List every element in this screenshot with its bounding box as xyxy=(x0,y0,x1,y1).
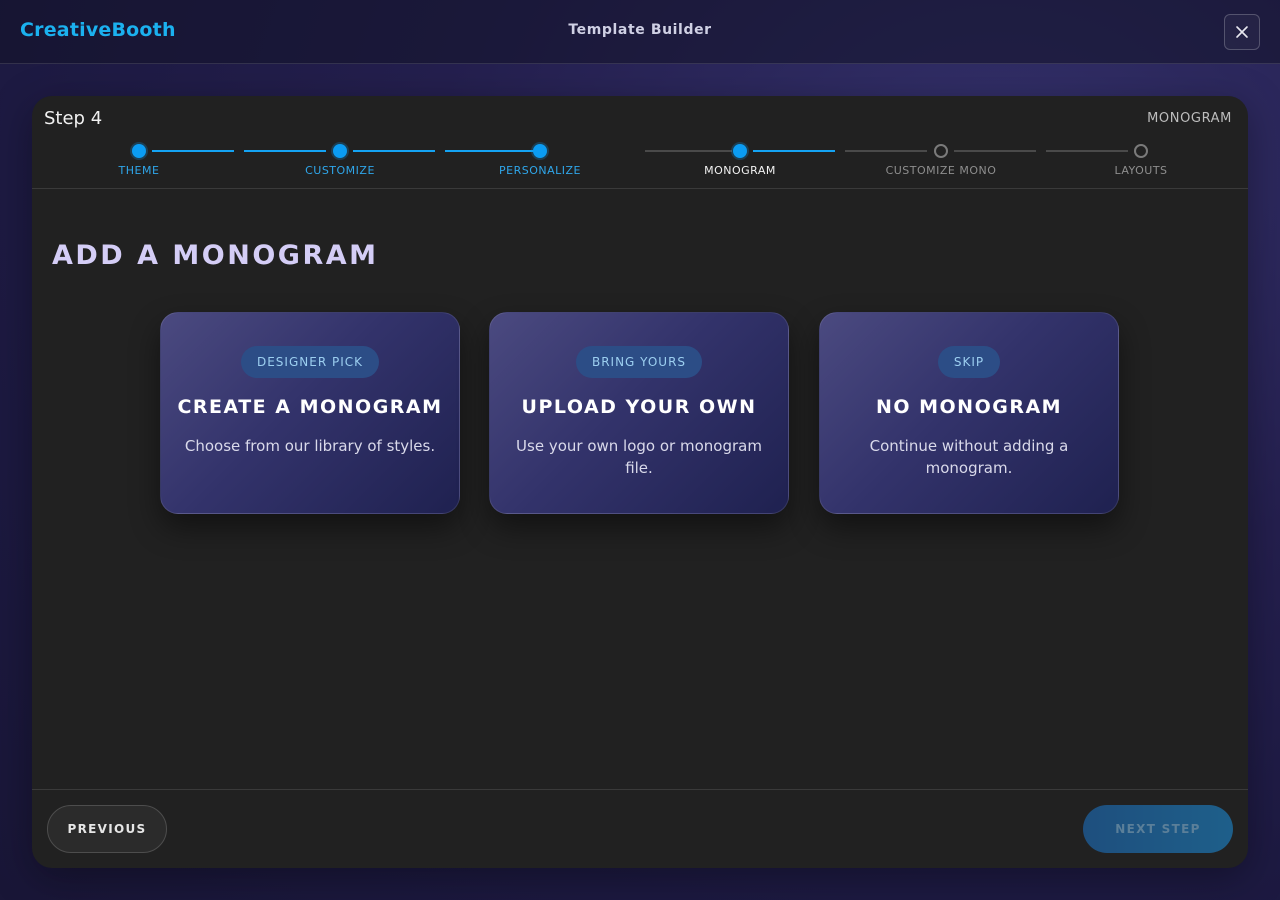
progress-stepper: THEME CUSTOMIZE PERSONALIZE MONOGRAM CUS… xyxy=(32,142,1248,182)
top-bar: CreativeBooth Template Builder xyxy=(0,0,1280,64)
step-label-monogram: MONOGRAM xyxy=(704,164,776,177)
close-button[interactable] xyxy=(1224,14,1260,50)
step-dot-layouts xyxy=(1134,144,1148,158)
option-title: CREATE A MONOGRAM xyxy=(177,396,443,418)
option-card-create-monogram[interactable]: DESIGNER PICK CREATE A MONOGRAM Choose f… xyxy=(160,312,460,514)
stepper-connector xyxy=(152,150,234,152)
step-label-personalize[interactable]: PERSONALIZE xyxy=(460,164,620,177)
close-icon xyxy=(1236,26,1248,38)
stepper-connector xyxy=(1046,150,1128,152)
step-label-theme[interactable]: THEME xyxy=(59,164,219,177)
option-badge: BRING YOURS xyxy=(575,346,703,378)
option-title: NO MONOGRAM xyxy=(875,396,1063,418)
stepper-connector xyxy=(954,150,1036,152)
step-dot-personalize[interactable] xyxy=(533,144,547,158)
step-counter: Step 4 xyxy=(44,108,103,129)
step-dot-theme[interactable] xyxy=(132,144,146,158)
step-dot-monogram[interactable] xyxy=(733,144,747,158)
page-title: Template Builder xyxy=(568,22,712,38)
step-dot-customize-mono xyxy=(934,144,948,158)
section-heading: ADD A MONOGRAM xyxy=(52,240,379,271)
stepper-connector xyxy=(845,150,927,152)
option-title: UPLOAD YOUR OWN xyxy=(521,396,757,418)
stepper-connector xyxy=(244,150,326,152)
stepper-connector xyxy=(645,150,732,152)
stepper-connector xyxy=(445,150,535,152)
step-dot-customize[interactable] xyxy=(333,144,347,158)
stepper-connector xyxy=(353,150,435,152)
header-divider xyxy=(32,188,1248,189)
option-description: Continue without adding a monogram. xyxy=(869,437,1069,477)
option-card-upload-own[interactable]: BRING YOURS UPLOAD YOUR OWN Use your own… xyxy=(489,312,789,514)
option-description: Use your own logo or monogram file. xyxy=(516,437,762,477)
step-label-customize[interactable]: CUSTOMIZE xyxy=(260,164,420,177)
option-badge: DESIGNER PICK xyxy=(240,346,379,378)
option-description: Choose from our library of styles. xyxy=(184,437,436,455)
option-badge: SKIP xyxy=(937,346,1001,378)
template-builder-modal: Step 4 MONOGRAM THEME CUSTOMIZE PERSONAL… xyxy=(32,96,1248,868)
next-step-button[interactable]: NEXT STEP xyxy=(1083,805,1233,853)
footer-divider xyxy=(32,789,1248,790)
option-card-no-monogram[interactable]: SKIP NO MONOGRAM Continue without adding… xyxy=(819,312,1119,514)
step-label-customize-mono: CUSTOMIZE MONO xyxy=(885,164,997,177)
previous-button[interactable]: PREVIOUS xyxy=(47,805,167,853)
step-label-layouts: LAYOUTS xyxy=(1114,164,1168,177)
current-step-name: MONOGRAM xyxy=(1147,111,1232,126)
stepper-connector xyxy=(753,150,835,152)
